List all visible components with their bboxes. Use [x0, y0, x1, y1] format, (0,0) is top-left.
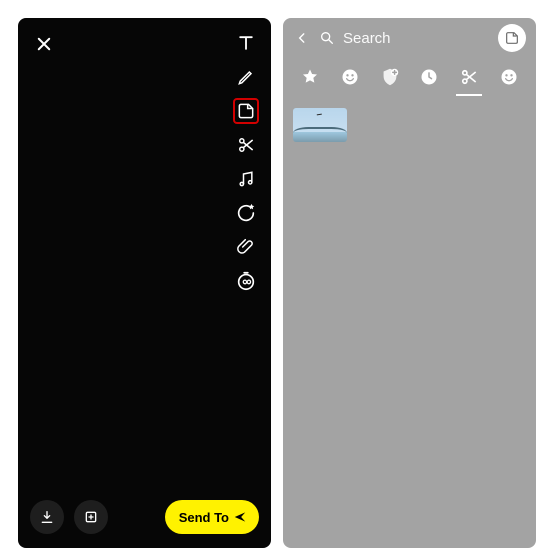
sticker-search-row: Search	[283, 18, 536, 58]
shield-plus-icon	[379, 66, 401, 88]
sticker-mode-chip[interactable]	[498, 24, 526, 52]
scissors-icon	[459, 67, 479, 87]
editor-bottom-bar: Send To	[30, 500, 259, 534]
send-icon	[233, 510, 247, 524]
sticker-icon	[504, 30, 520, 46]
tab-bitmoji[interactable]	[494, 62, 524, 92]
sticker-icon	[236, 101, 256, 121]
download-icon	[39, 509, 55, 525]
tool-music[interactable]	[233, 166, 259, 192]
scissors-icon	[236, 135, 256, 155]
tab-recent[interactable]	[414, 62, 444, 92]
tool-scissors[interactable]	[233, 132, 259, 158]
loop-star-icon	[235, 202, 257, 224]
editor-toolbar	[233, 30, 259, 294]
bird-graphic	[317, 114, 323, 119]
tool-loop[interactable]	[233, 200, 259, 226]
sticker-grid	[287, 100, 532, 544]
chevron-left-icon	[295, 31, 309, 45]
timer-infinity-icon	[235, 270, 257, 292]
sticker-tabs	[283, 58, 536, 96]
search-input[interactable]: Search	[343, 30, 490, 47]
tab-cameo[interactable]	[375, 62, 405, 92]
clock-icon	[419, 67, 439, 87]
tool-pencil[interactable]	[233, 64, 259, 90]
cutout-sticker-item[interactable]	[293, 108, 347, 142]
tab-favorites[interactable]	[295, 62, 325, 92]
star-icon	[300, 67, 320, 87]
send-to-button[interactable]: Send To	[165, 500, 259, 534]
tool-sticker[interactable]	[233, 98, 259, 124]
close-button[interactable]	[32, 32, 56, 56]
send-to-label: Send To	[179, 510, 229, 525]
paperclip-icon	[236, 237, 256, 257]
back-button[interactable]	[293, 31, 311, 45]
snap-editor-screen: Send To	[18, 18, 271, 548]
tab-emoji[interactable]	[335, 62, 365, 92]
bridge-graphic	[293, 127, 347, 133]
smiley-icon	[499, 67, 519, 87]
story-button[interactable]	[74, 500, 108, 534]
tool-attachment[interactable]	[233, 234, 259, 260]
text-icon	[236, 33, 256, 53]
search-icon	[319, 30, 335, 46]
tab-cutouts[interactable]	[454, 62, 484, 92]
story-icon	[83, 509, 99, 525]
tool-timer[interactable]	[233, 268, 259, 294]
pencil-icon	[236, 67, 256, 87]
save-button[interactable]	[30, 500, 64, 534]
tool-text[interactable]	[233, 30, 259, 56]
sticker-picker-screen: Search	[283, 18, 536, 548]
close-icon	[35, 35, 53, 53]
music-icon	[236, 169, 256, 189]
emoji-icon	[340, 67, 360, 87]
